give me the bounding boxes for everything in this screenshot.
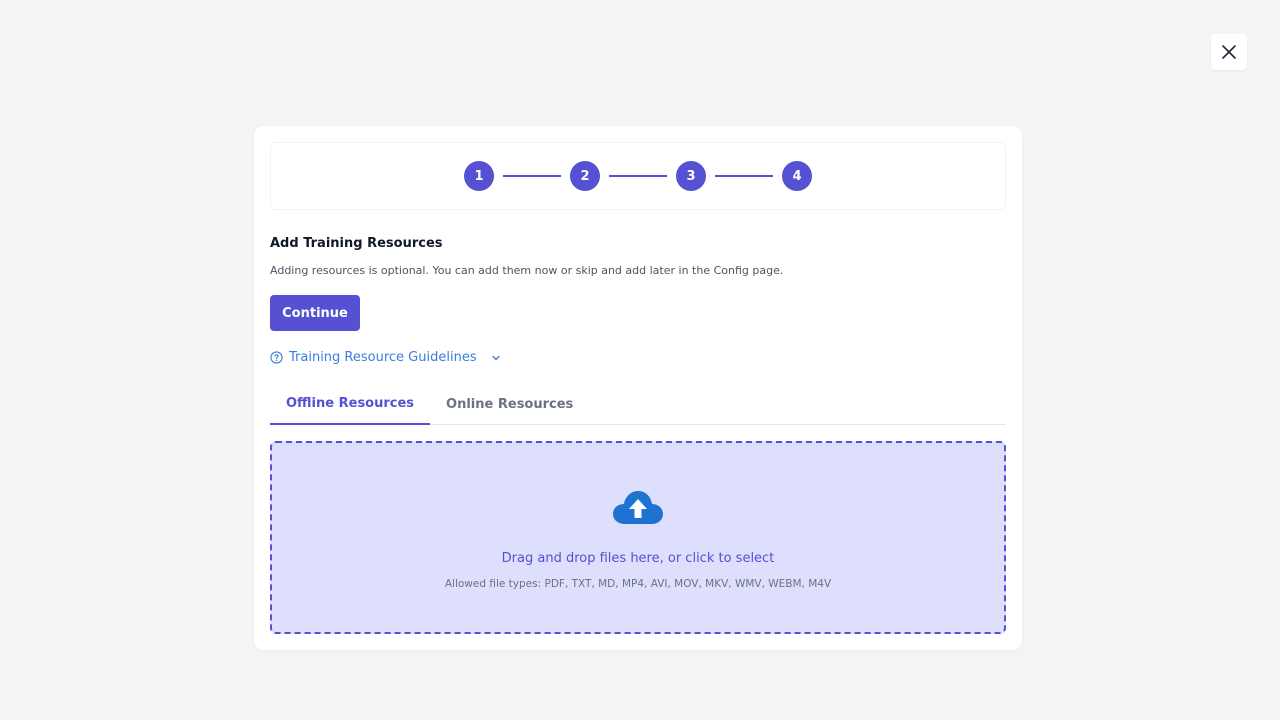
guidelines-label: Training Resource Guidelines xyxy=(289,350,477,365)
close-button[interactable] xyxy=(1211,34,1247,70)
continue-button[interactable]: Continue xyxy=(270,295,360,331)
dropzone-instruction: Drag and drop files here, or click to se… xyxy=(501,551,775,566)
resource-tabs: Offline Resources Online Resources xyxy=(270,384,1006,425)
help-circle-icon xyxy=(270,351,283,364)
onboarding-card: 1 2 3 4 Add Training Resources Adding re… xyxy=(254,126,1022,650)
step-connector xyxy=(609,175,667,177)
guidelines-toggle[interactable]: Training Resource Guidelines xyxy=(270,350,501,365)
step-connector xyxy=(715,175,773,177)
close-icon xyxy=(1222,45,1236,59)
chevron-down-icon xyxy=(491,355,500,360)
stepper: 1 2 3 4 xyxy=(270,142,1006,210)
step-connector xyxy=(503,175,561,177)
step-1: 1 xyxy=(464,161,494,191)
step-4: 4 xyxy=(782,161,812,191)
step-3: 3 xyxy=(676,161,706,191)
page-subtitle: Adding resources is optional. You can ad… xyxy=(270,264,784,277)
tab-offline-resources[interactable]: Offline Resources xyxy=(270,384,431,425)
allowed-file-types: Allowed file types: PDF, TXT, MD, MP4, A… xyxy=(444,578,832,590)
page-title: Add Training Resources xyxy=(270,236,443,251)
file-dropzone[interactable]: Drag and drop files here, or click to se… xyxy=(270,441,1006,634)
tab-online-resources[interactable]: Online Resources xyxy=(430,384,589,425)
step-2: 2 xyxy=(570,161,600,191)
cloud-upload-icon xyxy=(613,491,663,524)
